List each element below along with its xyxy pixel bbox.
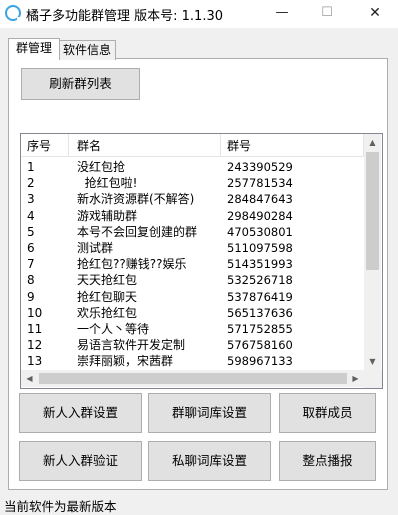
column-header-no[interactable]: 序号 (21, 134, 69, 156)
tab-group-management[interactable]: 群管理 (8, 38, 60, 60)
maximize-button[interactable]: ☐ (304, 0, 350, 28)
table-row[interactable]: 5 本号不会回复创建的群 470530801 (21, 224, 364, 240)
hourly-broadcast-button[interactable]: 整点播报 (279, 441, 376, 481)
row-no-cell: 12 (27, 338, 43, 353)
row-name-cell: 抢红包??赚钱??娱乐 (77, 257, 187, 272)
row-no-cell: 7 (27, 257, 35, 272)
row-no-cell: 3 (27, 192, 35, 207)
table-header: 序号 群名 群号 (21, 134, 364, 157)
row-name-cell: 天天抢红包 (77, 273, 138, 288)
table-row[interactable]: 1 没红包抢 243390529 (21, 159, 364, 175)
row-name-cell: 欢乐抢红包 (77, 305, 138, 320)
row-id-cell: 243390529 (227, 160, 293, 174)
row-name-cell: 抢红包聊天 (77, 289, 138, 304)
tab-software-info[interactable]: 软件信息 (58, 40, 116, 60)
row-name-cell: 测试群 (77, 240, 114, 255)
scrollbar-corner (364, 370, 382, 388)
scroll-up-arrow-icon[interactable]: ▲ (364, 134, 381, 151)
row-name-cell: 抢红包啦! (77, 176, 138, 191)
horizontal-scrollbar[interactable]: ◀ ▶ (21, 370, 364, 387)
table-row[interactable]: 11 一个人丶等待 571752855 (21, 321, 364, 337)
group-list-table[interactable]: 序号 群名 群号 1 没红包抢 243390529 2 抢红包啦! 257781534 3… (20, 133, 383, 389)
status-bar-text: 当前软件为最新版本 (4, 499, 117, 514)
row-no-cell: 1 (27, 160, 35, 174)
row-id-cell: 470530801 (227, 224, 293, 239)
table-row[interactable]: 2 抢红包啦! 257781534 (21, 175, 364, 191)
table-body: 1 没红包抢 243390529 2 抢红包啦! 257781534 3 新水浒资源群(不解… (21, 159, 364, 372)
row-id-cell: 514351993 (227, 257, 293, 272)
get-group-members-button[interactable]: 取群成员 (279, 393, 376, 433)
row-id-cell: 284847643 (227, 192, 293, 207)
scroll-down-arrow-icon[interactable]: ▼ (364, 353, 381, 370)
row-name-cell: 游戏辅助群 (77, 208, 138, 223)
minimize-button[interactable]: — (259, 0, 305, 28)
title-bar: 橘子多功能群管理 版本号: 1.1.30 — ☐ ✕ (0, 0, 398, 28)
row-no-cell: 11 (27, 321, 43, 336)
scroll-right-arrow-icon[interactable]: ▶ (347, 370, 364, 387)
table-row[interactable]: 13 崇拜丽颖，宋茜群 598967133 (21, 353, 364, 369)
row-no-cell: 9 (27, 289, 35, 304)
column-header-name[interactable]: 群名 (69, 134, 221, 156)
row-id-cell: 298490284 (227, 208, 293, 223)
private-chat-lexicon-settings-button[interactable]: 私聊词库设置 (148, 441, 271, 481)
row-name-cell: 本号不会回复创建的群 (77, 224, 198, 239)
group-chat-lexicon-settings-button[interactable]: 群聊词库设置 (148, 393, 271, 433)
row-id-cell: 598967133 (227, 354, 293, 369)
vertical-scrollbar[interactable]: ▲ ▼ (364, 134, 381, 370)
column-header-id[interactable]: 群号 (221, 134, 364, 156)
refresh-group-list-button[interactable]: 刷新群列表 (21, 68, 140, 100)
row-name-cell: 一个人丶等待 (77, 321, 150, 336)
row-name-cell: 崇拜丽颖，宋茜群 (77, 354, 174, 369)
table-row[interactable]: 12 易语言软件开发定制 576758160 (21, 337, 364, 353)
table-row[interactable]: 10 欢乐抢红包 565137636 (21, 305, 364, 321)
table-row[interactable]: 8 天天抢红包 532526718 (21, 272, 364, 288)
table-row[interactable]: 4 游戏辅助群 298490284 (21, 208, 364, 224)
window-title: 橘子多功能群管理 版本号: 1.1.30 (26, 9, 223, 24)
table-row[interactable]: 7 抢红包??赚钱??娱乐 514351993 (21, 256, 364, 272)
row-no-cell: 2 (27, 176, 35, 191)
row-name-cell: 易语言软件开发定制 (77, 338, 186, 353)
row-id-cell: 257781534 (227, 176, 293, 191)
row-no-cell: 10 (27, 305, 43, 320)
row-id-cell: 565137636 (227, 305, 293, 320)
row-id-cell: 576758160 (227, 338, 293, 353)
horizontal-scroll-thumb[interactable] (39, 373, 347, 384)
row-no-cell: 13 (27, 354, 43, 369)
row-id-cell: 571752855 (227, 321, 293, 336)
row-no-cell: 4 (27, 208, 35, 223)
app-logo-icon (5, 5, 22, 22)
row-no-cell: 6 (27, 240, 35, 255)
row-id-cell: 537876419 (227, 289, 293, 304)
close-button[interactable]: ✕ (352, 0, 398, 28)
new-member-welcome-settings-button[interactable]: 新人入群设置 (19, 393, 142, 433)
vertical-scroll-thumb[interactable] (366, 152, 379, 270)
row-id-cell: 532526718 (227, 273, 293, 288)
row-name-cell: 新水浒资源群(不解答) (77, 192, 195, 207)
row-no-cell: 8 (27, 273, 35, 288)
new-member-verification-button[interactable]: 新人入群验证 (19, 441, 142, 481)
row-id-cell: 511097598 (227, 240, 293, 255)
table-row[interactable]: 6 测试群 511097598 (21, 240, 364, 256)
row-name-cell: 没红包抢 (77, 160, 126, 174)
row-no-cell: 5 (27, 224, 35, 239)
table-row[interactable]: 9 抢红包聊天 537876419 (21, 289, 364, 305)
scroll-left-arrow-icon[interactable]: ◀ (21, 370, 38, 387)
table-row[interactable]: 3 新水浒资源群(不解答) 284847643 (21, 191, 364, 207)
